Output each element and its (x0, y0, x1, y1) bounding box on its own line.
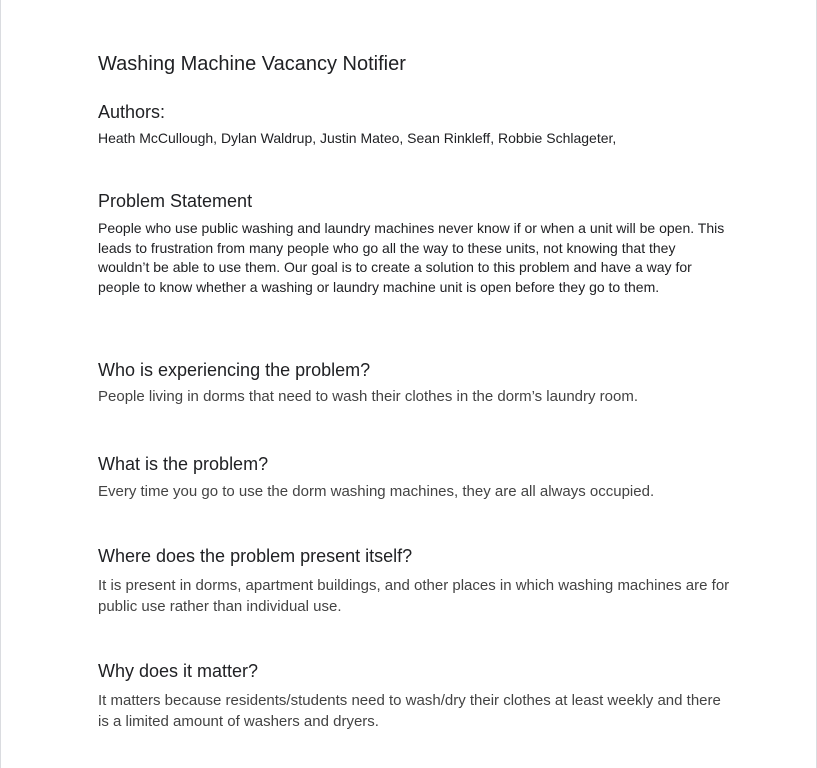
where-text: It is present in dorms, apartment buildi… (98, 577, 730, 615)
who-heading: Who is experiencing the problem? (98, 360, 371, 380)
what-heading: What is the problem? (98, 454, 269, 474)
authors-list: Heath McCullough, Dylan Waldrup, Justin … (98, 130, 617, 146)
document-page: Washing Machine Vacancy Notifier Authors… (1, 0, 816, 768)
why-heading: Why does it matter? (98, 661, 259, 681)
document-title: Washing Machine Vacancy Notifier (98, 53, 406, 75)
what-text: Every time you go to use the dorm washin… (98, 483, 655, 500)
why-text: It matters because residents/students ne… (98, 692, 721, 730)
authors-heading: Authors: (98, 102, 166, 122)
where-heading: Where does the problem present itself? (98, 546, 413, 566)
who-text: People living in dorms that need to wash… (98, 388, 639, 405)
problem-statement-heading: Problem Statement (98, 191, 253, 211)
problem-statement-text: People who use public washing and laundr… (98, 220, 725, 295)
